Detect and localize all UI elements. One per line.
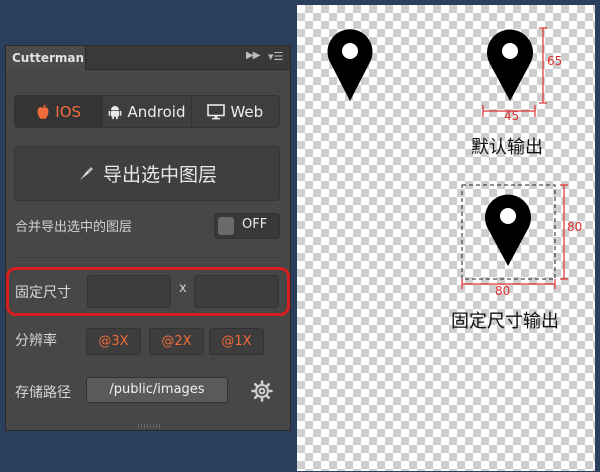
fixed-width-input[interactable]: [87, 275, 171, 308]
map-pin-icon: [327, 29, 373, 102]
fixed-output-caption: 固定尺寸输出: [451, 311, 559, 332]
panel-menu-icon[interactable]: ▾☰: [268, 50, 283, 63]
android-icon: [109, 105, 122, 119]
map-pin-icon: [485, 194, 531, 266]
panel-tab-cutterman[interactable]: Cutterman: [6, 46, 86, 70]
fixed-side-label: 80: [567, 220, 583, 234]
monitor-icon: [207, 103, 226, 119]
toggle-knob: [218, 217, 234, 235]
default-output-caption: 默认输出: [471, 137, 543, 158]
gear-icon[interactable]: [251, 380, 273, 402]
platform-web-label: Web: [230, 102, 264, 121]
default-width-label: 45: [504, 109, 520, 123]
fixed-size-label: 固定尺寸: [15, 285, 71, 301]
export-label: 导出选中图层: [102, 164, 217, 186]
merge-toggle-state: OFF: [242, 217, 268, 232]
platform-android-label: Android: [127, 102, 186, 121]
resize-grip[interactable]: [138, 424, 162, 428]
fixed-height-input[interactable]: [194, 275, 279, 308]
platform-ios-label: IOS: [55, 102, 82, 121]
size-times-sign: x: [179, 281, 187, 296]
collapse-arrows-icon[interactable]: ▶▶: [246, 50, 260, 61]
merge-toggle[interactable]: OFF: [214, 213, 280, 239]
scale-1x-button[interactable]: @1X: [209, 328, 264, 355]
export-selected-layers-button[interactable]: 导出选中图层: [14, 146, 280, 201]
scale-3x-button[interactable]: @3X: [86, 328, 141, 355]
platform-selector: IOS Android Web: [14, 95, 280, 128]
knife-icon: [79, 166, 93, 180]
platform-web-button[interactable]: Web: [192, 96, 279, 127]
scale-2x-button[interactable]: @2X: [149, 328, 204, 355]
divider: [14, 257, 282, 258]
cutterman-panel: Cutterman ▶▶ ▾☰ IOS Android Web 导出选中图层 合…: [5, 45, 291, 431]
apple-icon: [37, 104, 49, 119]
panel-header: Cutterman ▶▶ ▾☰: [6, 46, 290, 70]
platform-ios-button[interactable]: IOS: [15, 96, 104, 127]
default-height-label: 65: [547, 54, 563, 68]
fixed-bottom-label: 80: [495, 284, 511, 298]
transparent-canvas: 65 45 默认输出 80 80 固定尺寸输出: [297, 5, 595, 471]
save-path-label: 存储路径: [15, 385, 71, 401]
resolution-label: 分辨率: [15, 333, 57, 349]
merge-export-label: 合并导出选中的图层: [15, 220, 133, 235]
save-path-field[interactable]: /public/images: [86, 377, 228, 403]
platform-android-button[interactable]: Android: [103, 96, 192, 127]
